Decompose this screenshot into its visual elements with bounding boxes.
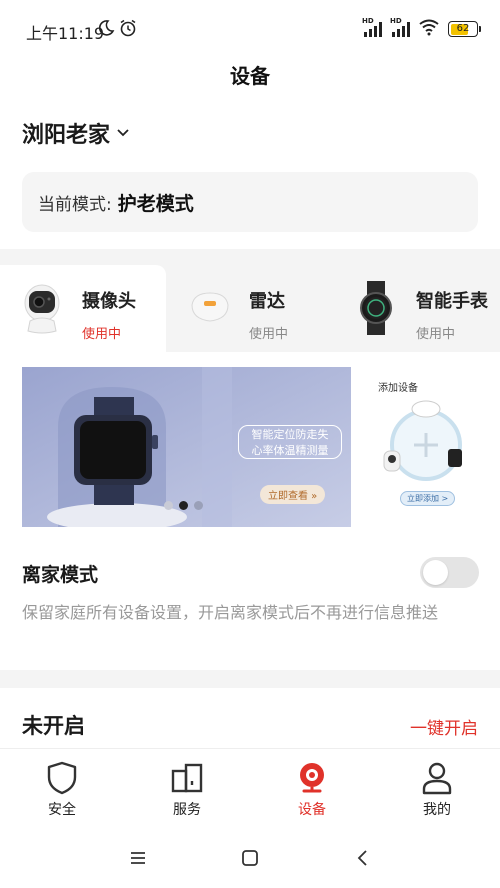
mode-prefix: 当前模式: <box>38 194 112 215</box>
device-tab-camera[interactable]: 摄像头 使用中 <box>0 265 166 352</box>
radar-icon <box>191 292 229 322</box>
wifi-icon <box>418 18 440 40</box>
service-icon <box>171 763 203 793</box>
away-mode-description: 保留家庭所有设备设置，开启离家模式后不再进行信息推送 <box>22 603 439 622</box>
banner-line-2: 心率体温精测量 <box>251 444 329 457</box>
one-key-enable-button[interactable]: 一键开启 <box>410 714 478 739</box>
alarm-icon <box>118 18 138 42</box>
banner-view-button[interactable]: 立即查看 » <box>260 485 326 504</box>
device-tab-watch[interactable]: 智能手表 使用中 <box>334 265 500 352</box>
add-now-label: 立即添加 <box>407 494 439 503</box>
battery-level: 62 <box>456 23 470 34</box>
device-name-watch: 智能手表 <box>416 291 488 312</box>
user-icon <box>422 762 452 795</box>
watch-icon <box>360 281 392 335</box>
banner-text-box: 智能定位防走失 心率体温精测量 <box>238 425 342 459</box>
add-now-button[interactable]: 立即添加 > <box>400 491 456 506</box>
back-icon[interactable] <box>355 849 369 867</box>
nav-item-mine[interactable]: 我的 <box>387 761 487 819</box>
banner-dot[interactable] <box>194 501 203 510</box>
device-name-camera: 摄像头 <box>82 291 136 312</box>
camera-icon <box>24 284 60 334</box>
device-icon <box>300 763 324 793</box>
section-divider <box>0 670 500 688</box>
status-bar: 上午11:19 HD HD 62 <box>0 0 500 56</box>
device-status-camera: 使用中 <box>82 327 122 342</box>
nav-item-security[interactable]: 安全 <box>12 761 112 819</box>
banner-view-label: 立即查看 <box>268 491 308 502</box>
add-device-card[interactable]: 添加设备 立即添加 > <box>360 367 500 527</box>
mode-card[interactable]: 当前模式: 护老模式 <box>22 172 478 232</box>
signal-icon-2: HD <box>390 17 412 38</box>
banner-line-1: 智能定位防走失 <box>251 428 329 441</box>
nav-item-device[interactable]: 设备 <box>262 761 362 819</box>
location-selector[interactable]: 浏阳老家 <box>22 117 130 149</box>
device-status-watch: 使用中 <box>416 327 456 342</box>
status-time: 上午11:19 <box>26 24 105 43</box>
mode-value: 护老模式 <box>117 192 194 215</box>
shield-icon <box>47 761 77 795</box>
device-status-radar: 使用中 <box>249 327 289 342</box>
schedule-status: 未开启 <box>22 714 85 738</box>
menu-icon[interactable] <box>129 850 147 866</box>
nav-label-device: 设备 <box>298 802 326 818</box>
battery-icon: 62 <box>448 21 481 37</box>
home-icon[interactable] <box>241 849 259 867</box>
banner-pagination <box>164 501 203 510</box>
nav-label-service: 服务 <box>173 802 201 818</box>
promo-banner[interactable]: 智能定位防走失 心率体温精测量 立即查看 » <box>22 367 351 527</box>
banner-dot-active[interactable] <box>179 501 188 510</box>
signal-icon: HD <box>362 17 384 38</box>
away-mode-toggle[interactable] <box>420 557 479 588</box>
location-name: 浏阳老家 <box>22 123 111 148</box>
toggle-knob <box>423 560 448 585</box>
nav-label-security: 安全 <box>48 802 76 818</box>
nav-label-mine: 我的 <box>423 802 451 818</box>
chevron-down-icon <box>117 129 129 137</box>
moon-icon <box>97 19 115 41</box>
away-mode-title: 离家模式 <box>22 564 99 586</box>
device-name-radar: 雷达 <box>249 291 285 312</box>
device-tabs: 摄像头 使用中 雷达 使用中 智能手表 使用中 <box>0 249 500 352</box>
page-title: 设备 <box>230 64 270 88</box>
banner-dot[interactable] <box>164 501 173 510</box>
nav-item-service[interactable]: 服务 <box>137 761 237 819</box>
device-tab-radar[interactable]: 雷达 使用中 <box>167 265 333 352</box>
bottom-nav: 安全 服务 设备 我的 <box>0 748 500 826</box>
system-nav-bar <box>0 830 500 888</box>
